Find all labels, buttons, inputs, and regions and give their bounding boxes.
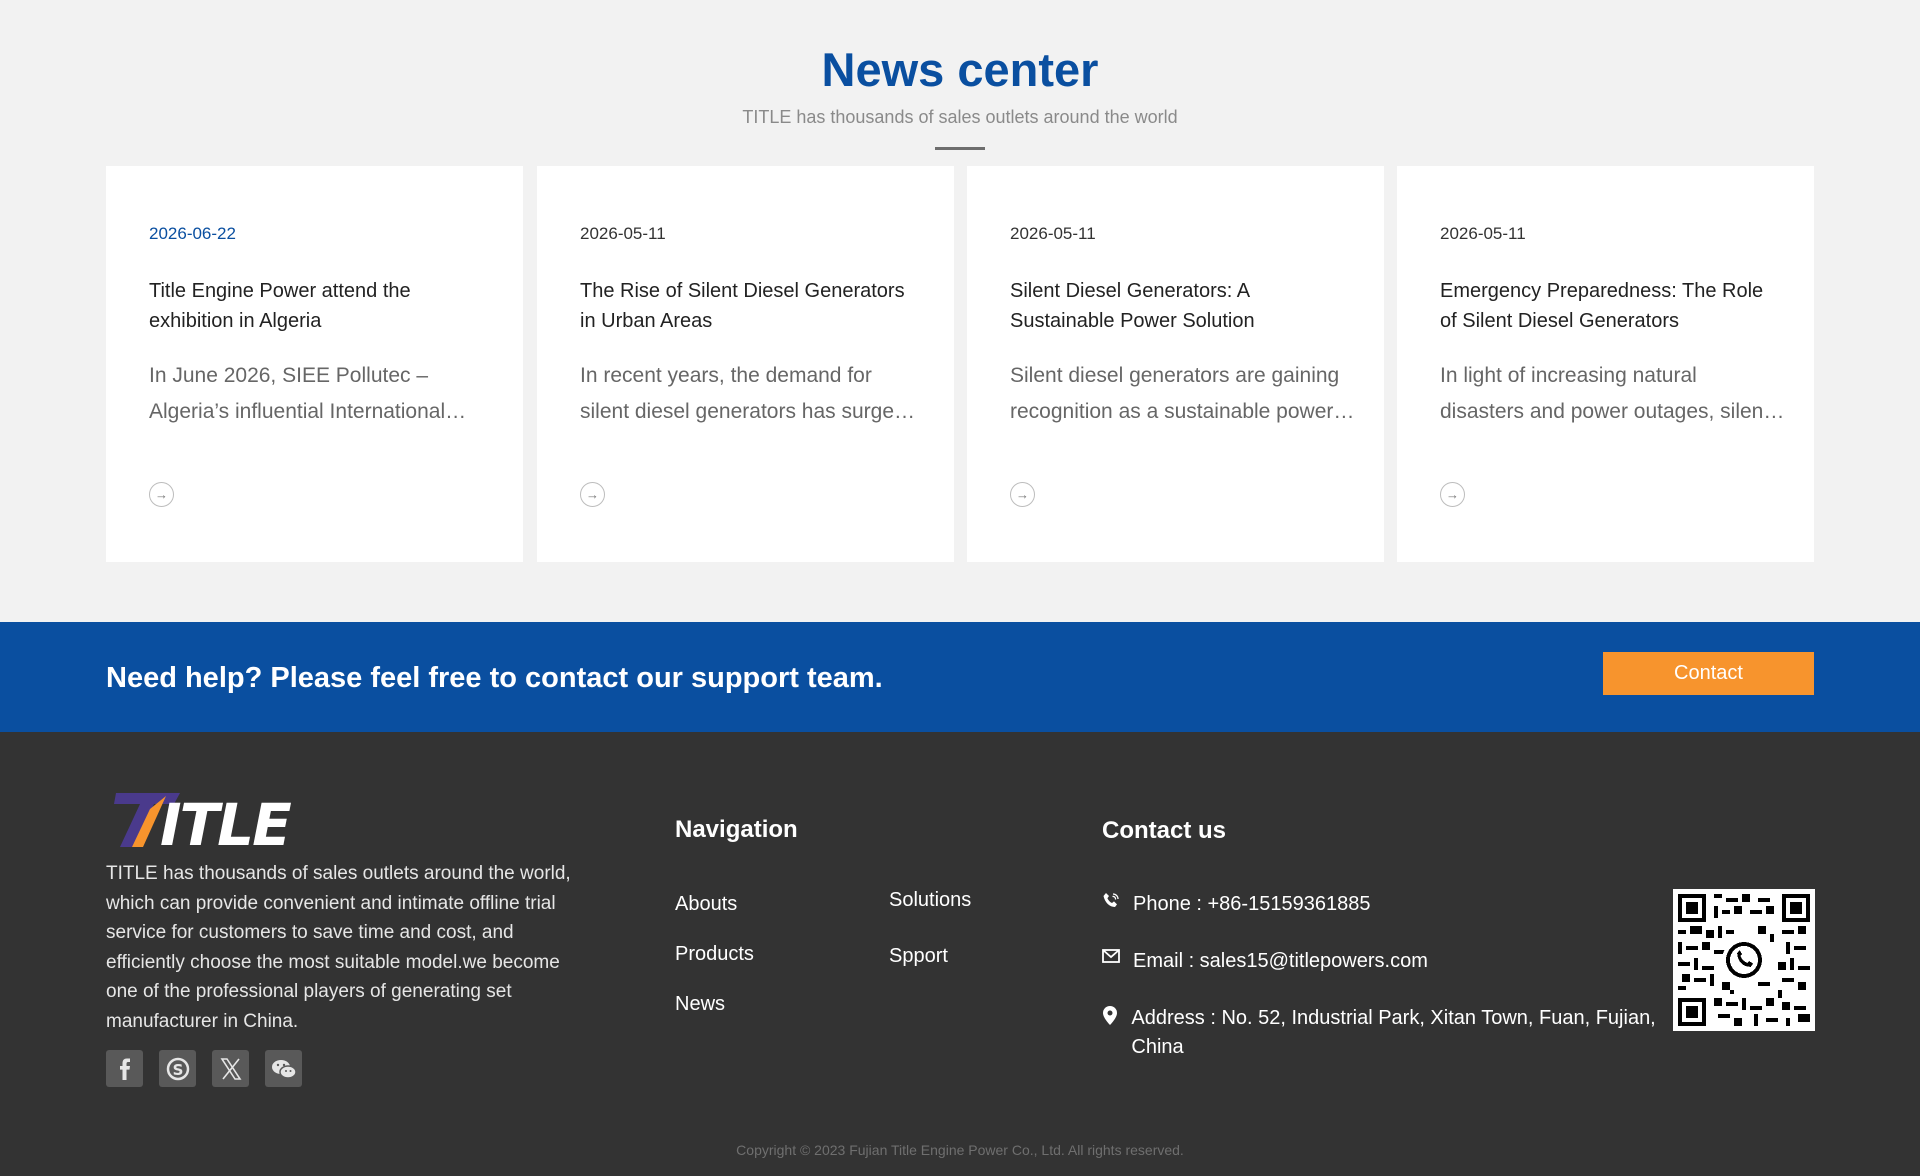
news-date: 2026-05-11 [1440, 224, 1526, 243]
news-card[interactable]: 2026-05-11 The Rise of Silent Diesel Gen… [537, 166, 954, 562]
facebook-icon[interactable] [106, 1050, 143, 1087]
support-banner-text: Need help? Please feel free to contact o… [106, 662, 883, 694]
arrow-right-icon[interactable]: → [149, 482, 174, 507]
news-card[interactable]: 2026-05-11 Emergency Preparedness: The R… [1397, 166, 1814, 562]
nav-link-abouts[interactable]: Abouts [675, 893, 737, 916]
news-section: News center TITLE has thousands of sales… [0, 0, 1920, 622]
nav-link-products[interactable]: Products [675, 943, 754, 966]
skype-icon[interactable]: S [159, 1050, 196, 1087]
support-banner: Need help? Please feel free to contact o… [0, 622, 1920, 732]
news-card-list: 2026-06-22 Title Engine Power attend the… [106, 166, 1814, 562]
nav-link-support[interactable]: Spport [889, 945, 948, 968]
contact-button[interactable]: Contact [1603, 652, 1814, 695]
news-excerpt: Silent diesel generators are gaining rec… [1010, 364, 1340, 423]
nav-link-news[interactable]: News [675, 993, 725, 1016]
arrow-right-icon[interactable]: → [1440, 482, 1465, 507]
social-links: S [106, 1050, 302, 1087]
email-text: Email : sales15@titlepowers.com [1133, 950, 1428, 972]
news-date: 2026-05-11 [1010, 224, 1096, 243]
footer: ITLE TITLE has thousands of sales outlet… [0, 732, 1920, 1176]
news-headline[interactable]: Silent Diesel Generators: A Sustainable … [1010, 276, 1355, 336]
x-icon[interactable] [212, 1050, 249, 1087]
location-pin-icon [1102, 1006, 1118, 1025]
title-divider [935, 147, 985, 150]
news-title: News center [821, 43, 1099, 96]
navigation-heading: Navigation [675, 816, 798, 843]
wechat-icon[interactable] [265, 1050, 302, 1087]
news-subtitle: TITLE has thousands of sales outlets aro… [742, 107, 1178, 127]
nav-link-solutions[interactable]: Solutions [889, 889, 971, 912]
news-date: 2026-05-11 [580, 224, 666, 243]
news-card[interactable]: 2026-05-11 Silent Diesel Generators: A S… [967, 166, 1384, 562]
title-logo[interactable]: ITLE [114, 790, 304, 850]
contact-phone[interactable]: Phone : +86-15159361885 [1102, 890, 1370, 919]
mail-icon [1102, 949, 1120, 963]
news-excerpt: In light of increasing natural disasters… [1440, 364, 1770, 423]
news-excerpt: In recent years, the demand for silent d… [580, 364, 906, 423]
news-headline[interactable]: The Rise of Silent Diesel Generators in … [580, 276, 925, 336]
phone-text: Phone : +86-15159361885 [1133, 893, 1371, 915]
qr-code [1673, 889, 1815, 1031]
company-description: TITLE has thousands of sales outlets aro… [106, 863, 571, 1032]
news-date: 2026-06-22 [149, 224, 236, 243]
contact-email[interactable]: Email : sales15@titlepowers.com [1102, 947, 1428, 976]
news-headline[interactable]: Emergency Preparedness: The Role of Sile… [1440, 276, 1785, 336]
contact-heading: Contact us [1102, 817, 1227, 844]
copyright-text: Copyright © 2023 Fujian Title Engine Pow… [736, 1142, 1184, 1158]
contact-address: Address : No. 52, Industrial Park, Xitan… [1102, 1004, 1662, 1062]
svg-text:ITLE: ITLE [160, 791, 291, 850]
news-headline[interactable]: Title Engine Power attend the exhibition… [149, 276, 494, 336]
address-text: Address : No. 52, Industrial Park, Xitan… [1131, 1007, 1656, 1058]
phone-icon [1102, 892, 1120, 910]
news-excerpt: In June 2026, SIEE Pollutec – Algeria’s … [149, 364, 446, 423]
news-card[interactable]: 2026-06-22 Title Engine Power attend the… [106, 166, 523, 562]
arrow-right-icon[interactable]: → [1010, 482, 1035, 507]
svg-text:S: S [172, 1061, 183, 1079]
arrow-right-icon[interactable]: → [580, 482, 605, 507]
